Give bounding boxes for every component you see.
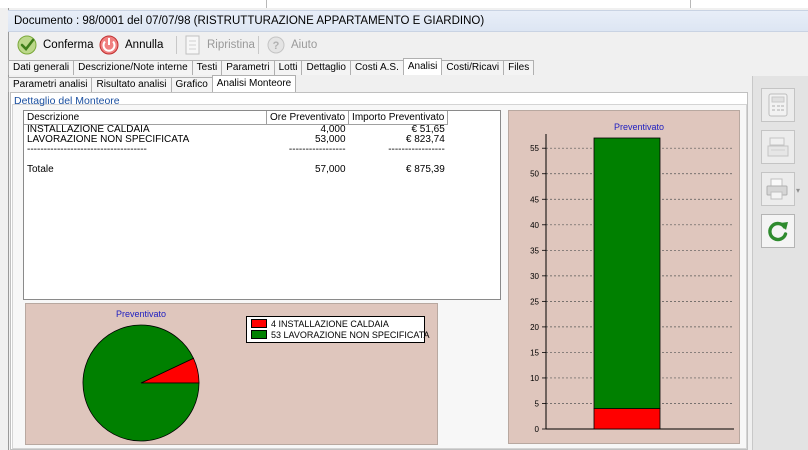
y-tick-label: 20: [530, 323, 539, 332]
y-tick-label: 25: [530, 297, 539, 306]
legend-item: 4 INSTALLAZIONE CALDAIA: [251, 318, 389, 329]
toolbar: Conferma Annulla Ripristina ? Aiuto: [8, 32, 808, 58]
subtab-grafico[interactable]: Grafico: [170, 77, 213, 92]
chevron-down-icon[interactable]: ▾: [796, 186, 800, 195]
legend-item: 53 LAVORAZIONE NON SPECIFICATA: [251, 329, 430, 340]
bar-segment: [593, 408, 661, 430]
column-header-descrizione[interactable]: Descrizione: [24, 111, 267, 125]
total-row[interactable]: Totale 57,000 € 875,39: [24, 165, 448, 175]
legend-swatch-green: [251, 330, 267, 339]
y-tick-label: 45: [530, 195, 539, 204]
legend-swatch-red: [251, 319, 267, 328]
main-tab-bar: Dati generali Descrizione/Note interne T…: [8, 58, 535, 75]
cash-register-button[interactable]: [761, 130, 795, 164]
y-tick-label: 50: [530, 170, 539, 179]
power-icon: [99, 35, 119, 55]
y-tick-label: 0: [535, 425, 540, 434]
help-button[interactable]: ? Aiuto: [266, 34, 317, 56]
checkmark-icon: [17, 35, 37, 55]
subtab-analisi-monteore[interactable]: Analisi Monteore: [211, 75, 297, 92]
cancel-label: Annulla: [125, 39, 164, 51]
side-toolbar: ▾: [752, 76, 808, 450]
help-icon: ?: [267, 36, 285, 54]
cell-separator: -----------------: [388, 144, 445, 155]
legend-label: 4 INSTALLAZIONE CALDAIA: [271, 318, 389, 329]
spacer-row: [24, 155, 448, 165]
tab-testi[interactable]: Testi: [191, 60, 223, 75]
column-header-importo[interactable]: Importo Preventivato: [348, 111, 449, 125]
pie-slice: [82, 324, 200, 442]
subtab-risultato-analisi[interactable]: Risultato analisi: [91, 77, 172, 92]
tab-costi-as[interactable]: Costi A.S.: [349, 60, 404, 75]
legend-label: 53 LAVORAZIONE NON SPECIFICATA: [271, 329, 430, 340]
cash-register-icon: [767, 137, 789, 157]
separator-row: ------------------------------------ ---…: [24, 145, 448, 155]
cell-separator: ------------------------------------: [27, 144, 147, 155]
cancel-button[interactable]: Annulla: [98, 34, 163, 56]
window-title: Documento : 98/0001 del 07/07/98 (RISTRU…: [8, 10, 808, 32]
bar-segment: [593, 137, 661, 409]
tab-costi-ricavi[interactable]: Costi/Ricavi: [441, 60, 505, 75]
tab-dettaglio[interactable]: Dettaglio: [301, 60, 351, 75]
confirm-button[interactable]: Conferma: [16, 34, 94, 56]
tab-analisi[interactable]: Analisi: [402, 58, 443, 75]
tab-dati-generali[interactable]: Dati generali: [8, 60, 75, 75]
calculator-icon: [768, 93, 788, 117]
document-icon: [185, 35, 200, 55]
strip-divider: [690, 0, 691, 8]
y-tick-label: 5: [535, 399, 540, 408]
refresh-button[interactable]: [761, 214, 795, 248]
subtab-parametri-analisi[interactable]: Parametri analisi: [8, 77, 93, 92]
bar-chart-panel: Preventivato 0 5 10 15 20 25 30 35 40 45 50 55: [508, 110, 740, 444]
pie-legend: 4 INSTALLAZIONE CALDAIA 53 LAVORAZIONE N…: [246, 316, 430, 343]
refresh-icon: [768, 221, 788, 242]
section-title: Dettaglio del Monteore: [14, 95, 120, 107]
restore-button[interactable]: Ripristina: [184, 34, 255, 56]
top-strip: [0, 0, 808, 8]
toolbar-separator: [176, 36, 177, 54]
calculator-button[interactable]: [761, 88, 795, 122]
cell-total-ore: 57,000: [314, 164, 346, 175]
tab-files[interactable]: Files: [503, 60, 535, 75]
y-tick-label: 10: [530, 374, 539, 383]
sub-tab-bar: Parametri analisi Risultato analisi Graf…: [8, 75, 297, 92]
y-tick-label: 40: [530, 221, 539, 230]
y-tick-label: 55: [530, 144, 539, 153]
tab-descrizione-note[interactable]: Descrizione/Note interne: [73, 60, 193, 75]
help-label: Aiuto: [291, 39, 318, 51]
tab-parametri[interactable]: Parametri: [221, 60, 275, 75]
bar-chart: 0 5 10 15 20 25 30 35 40 45 50 55: [530, 134, 734, 434]
restore-label: Ripristina: [207, 39, 255, 51]
tab-lotti[interactable]: Lotti: [273, 60, 303, 75]
y-tick-label: 15: [530, 348, 539, 357]
confirm-label: Conferma: [43, 39, 94, 51]
strip-divider: [266, 0, 267, 8]
printer-icon: [766, 178, 788, 200]
svg-text:?: ?: [273, 40, 280, 52]
toolbar-separator: [258, 36, 259, 54]
y-tick-label: 30: [530, 272, 539, 281]
cell-separator: -----------------: [288, 144, 346, 155]
monteore-grid[interactable]: Descrizione Ore Preventivato Importo Pre…: [23, 110, 501, 300]
column-header-ore[interactable]: Ore Preventivato: [266, 111, 350, 125]
cell-total-label: Totale: [27, 164, 54, 175]
print-button[interactable]: [761, 172, 795, 206]
y-tick-label: 35: [530, 246, 539, 255]
cell-total-importo: € 875,39: [405, 164, 445, 175]
